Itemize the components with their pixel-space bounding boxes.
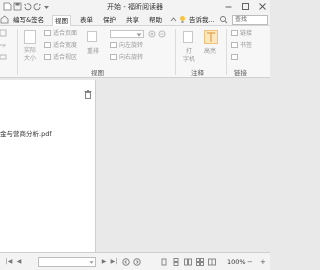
links-group-label: 链接 [234,69,247,77]
single-page-icon[interactable] [160,258,168,266]
page-number-field[interactable] [38,257,96,267]
fit-page-button[interactable]: 适合页面 [44,30,77,38]
rotate-left-label: 向左旋转 [119,42,144,49]
link-label: 链接 [240,30,253,37]
maximize-icon[interactable] [241,2,250,11]
home-tab-icon[interactable] [0,15,9,24]
actual-size-icon[interactable] [24,30,36,44]
continuous-page-icon[interactable] [172,258,180,266]
last-page-icon[interactable]: ▶| [110,258,118,266]
typewriter-icon[interactable] [183,31,193,43]
zoom-out-icon[interactable] [158,30,166,41]
title-bar: 开始 - 福昕阅读器 [0,0,270,14]
links-extra-icon [231,54,238,60]
comment-group-label: 注释 [191,69,204,77]
fit-page-icon [44,30,51,36]
next-view-icon[interactable] [133,258,141,266]
status-bar: |◀ ◀ ▶ ▶| 100% − + [0,252,270,270]
view-group-label: 视图 [91,69,104,77]
first-page-icon[interactable]: |◀ [5,258,13,266]
tab-protect[interactable]: 保护 [101,15,118,26]
lightbulb-icon [178,15,187,24]
reflow-icon[interactable] [87,31,97,42]
fit-page-label: 适合页面 [53,30,78,37]
tab-share[interactable]: 共享 [124,15,141,26]
recent-file-item[interactable]: 金与营商分析.pdf [0,128,52,138]
actual-size-label-2[interactable]: 大小 [24,55,36,63]
rotate-left-button[interactable]: 向左旋转 [110,42,143,50]
bookmark-button[interactable]: 书签 [231,42,252,50]
highlight-icon[interactable] [204,30,218,44]
facing-page-icon[interactable] [184,258,192,266]
links-extra-button[interactable] [231,54,240,62]
highlight-label[interactable]: 高亮 [204,48,216,56]
minimize-icon[interactable] [224,2,233,11]
prev-page-icon[interactable]: ◀ [15,258,23,266]
ribbon-clipped-left-bottom-icon[interactable] [0,53,8,64]
bookmark-icon [231,42,238,48]
typewriter-label-1[interactable]: 打 [186,48,192,56]
reflow-label[interactable]: 重排 [87,48,99,56]
tab-help[interactable]: 帮助 [147,15,164,26]
ribbon-clipped-left-mid-icon[interactable] [0,41,8,52]
tell-me-input[interactable]: 告诉我... [187,15,217,26]
next-page-icon[interactable]: ▶ [100,258,108,266]
tab-view[interactable]: 视图 [52,15,71,26]
ribbon: 实际 大小 适合页面 适合宽度 适合视区 重排 向左旋转 向右旋转 视图 打 字… [0,26,270,78]
ribbon-tabs: 编写&签名 视图 表单 保护 共享 帮助 告诉我... [0,14,270,26]
search-icon [219,15,228,24]
ribbon-separator [226,29,227,75]
fit-width-icon [44,42,51,48]
bookmark-label: 书签 [240,42,253,49]
zoom-out-button[interactable]: − [247,258,253,266]
tab-form[interactable]: 表单 [78,15,95,26]
actual-size-label-1[interactable]: 实际 [24,47,36,55]
trash-icon[interactable] [84,90,92,99]
typewriter-label-2[interactable]: 字机 [183,56,195,64]
rotate-right-icon [110,54,117,60]
ribbon-clipped-left-top-icon[interactable] [0,29,8,40]
fit-width-label: 适合宽度 [53,42,78,49]
fit-visible-label: 适合视区 [53,54,78,61]
close-icon[interactable] [258,2,267,11]
link-button[interactable]: 链接 [231,30,252,38]
rotate-right-label: 向右旋转 [119,54,144,61]
link-icon [231,30,238,36]
zoom-in-button[interactable]: + [260,258,266,266]
tab-edit-sign[interactable]: 编写&签名 [11,15,46,26]
fit-width-button[interactable]: 适合宽度 [44,42,77,50]
continuous-facing-icon[interactable] [196,258,204,266]
fit-visible-button[interactable]: 适合视区 [44,54,77,62]
zoom-level[interactable]: 100% [227,258,246,266]
zoom-in-icon[interactable] [148,30,156,41]
search-input[interactable]: 查找 [232,15,268,25]
ribbon-collapse-icon[interactable] [169,15,178,24]
file-panel [0,80,96,252]
zoom-dropdown[interactable] [110,30,144,38]
split-view-icon[interactable] [208,258,216,266]
previous-view-icon[interactable] [122,258,130,266]
ribbon-separator [175,29,176,75]
rotate-left-icon [110,42,117,48]
ribbon-separator [17,29,18,75]
document-area [97,80,270,252]
rotate-right-button[interactable]: 向右旋转 [110,54,143,62]
fit-visible-icon [44,54,51,60]
